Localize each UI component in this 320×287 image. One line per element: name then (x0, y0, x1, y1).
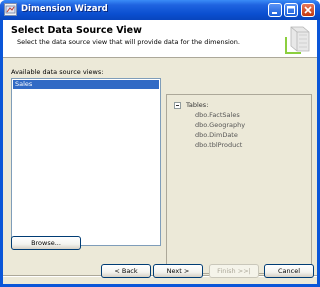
tree-item-tblproduct: dbo.tblProduct (195, 141, 243, 149)
wizard-header: Select Data Source View Select the data … (3, 20, 317, 58)
back-button[interactable]: < Back (101, 264, 151, 278)
available-views-label: Available data source views: (11, 68, 104, 76)
collapse-icon[interactable] (174, 102, 181, 109)
close-icon (304, 6, 312, 14)
wizard-app-icon (4, 3, 17, 16)
data-source-view-list[interactable]: Sales (11, 78, 161, 246)
tables-tree: Tables: dbo.FactSales dbo.Geography dbo.… (166, 94, 312, 274)
dimension-wizard-window: Dimension Wizard Select Data Source View… (0, 0, 320, 287)
minimize-button[interactable] (268, 3, 282, 17)
tree-item-dimdate: dbo.DimDate (195, 131, 238, 139)
tree-item-factsales: dbo.FactSales (195, 111, 240, 119)
tree-item-geography: dbo.Geography (195, 121, 246, 129)
maximize-button[interactable] (284, 3, 298, 17)
dimension-cube-icon (283, 23, 313, 55)
cancel-button[interactable]: Cancel (264, 264, 314, 278)
list-item-sales[interactable]: Sales (13, 80, 159, 89)
window-title: Dimension Wizard (21, 4, 108, 14)
title-bar[interactable]: Dimension Wizard (0, 0, 320, 20)
maximize-icon (287, 6, 295, 14)
tree-root-tables: Tables: (186, 101, 209, 109)
browse-button[interactable]: Browse... (11, 236, 81, 250)
dialog-client-area: Select Data Source View Select the data … (3, 20, 317, 284)
page-title: Select Data Source View (11, 25, 142, 36)
minimize-icon (272, 12, 277, 14)
page-subtitle: Select the data source view that will pr… (17, 38, 240, 46)
next-button[interactable]: Next > (153, 264, 203, 278)
close-button[interactable] (301, 3, 315, 17)
finish-button[interactable]: Finish >>| (209, 264, 259, 278)
